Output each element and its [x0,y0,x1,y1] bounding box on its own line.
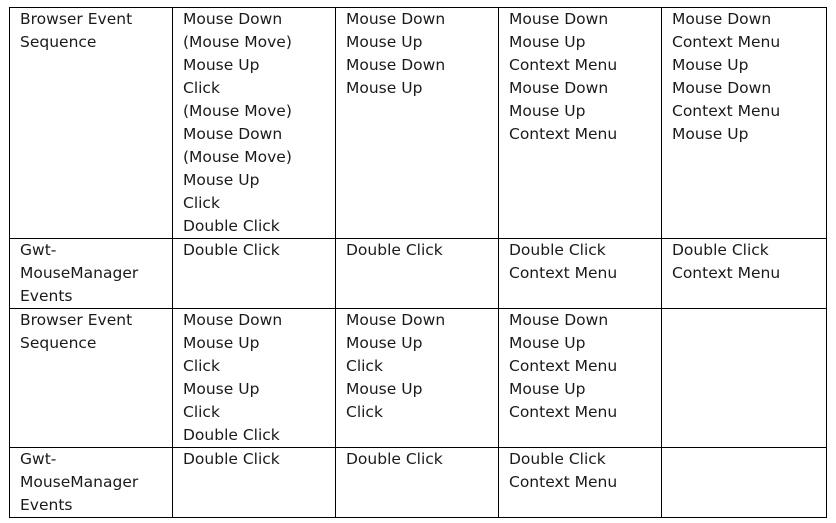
cell-line: Click [183,403,220,421]
cell-line: Context Menu [509,125,618,143]
cell-line: Events [20,287,73,305]
cell-line: MouseManager [20,264,139,282]
cell-line: Mouse Up [346,33,423,51]
cell-line: Double Click [183,217,280,235]
cell-line: Context Menu [509,56,618,74]
cell-line: Context Menu [672,102,781,120]
cell-line: Mouse Down [509,311,609,329]
cell-line: Double Click [346,450,443,468]
cell-line: Mouse Down [509,10,609,28]
table-cell: Double Click Context Menu [498,447,662,518]
table-cell: Double Click [335,447,499,518]
table-cell: Mouse Down Mouse Up Context Menu Mouse Up Co… [498,308,662,448]
cell-line: Mouse Up [672,125,749,143]
cell-line: Context Menu [672,33,781,51]
table-cell: Mouse Down Mouse Up Context Menu Mouse Down… [498,7,662,239]
cell-line: Mouse Down [183,125,283,143]
table-cell: Mouse Down Context Menu Mouse Up Mouse Down… [661,7,827,239]
cell-line: Mouse Up [509,33,586,51]
cell-line: Mouse Up [509,102,586,120]
cell-line: Double Click [509,241,606,259]
table-cell: Mouse Down Mouse Up Mouse Down Mouse Up [335,7,499,239]
table-cell: Double Click Context Menu [498,238,662,309]
cell-line: Mouse Down [672,79,772,97]
table-cell: Double Click [172,447,336,518]
cell-line: Mouse Up [672,56,749,74]
cell-line: (Mouse Move) [183,148,292,166]
cell-line: Mouse Down [183,10,283,28]
table-cell: Double Click [172,238,336,309]
table-cell: Mouse Down Mouse Up Click Mouse Up Click [335,308,499,448]
cell-line: Mouse Up [346,79,423,97]
cell-line: Browser Event [20,10,133,28]
cell-line: Gwt- [20,241,57,259]
table-row: Gwt- MouseManager Events Double Click Double… [9,238,827,309]
cell-line: (Mouse Move) [183,33,292,51]
cell-line: Double Click [183,241,280,259]
cell-line: Context Menu [509,357,618,375]
cell-line: Click [346,357,383,375]
cell-line: Mouse Up [346,380,423,398]
cell-line: Mouse Down [183,311,283,329]
table-cell: Double Click Context Menu [661,238,827,309]
cell-line: Mouse Down [509,79,609,97]
row-header-cell: Gwt- MouseManager Events [9,447,173,518]
cell-line: Click [346,403,383,421]
table-cell: Double Click [335,238,499,309]
table-body: Browser Event Sequence Mouse Down (Mouse Mo… [9,7,827,518]
cell-line: Mouse Up [183,56,260,74]
cell-line: Mouse Down [346,56,446,74]
row-header-cell: Browser Event Sequence [9,308,173,448]
cell-line: Double Click [346,241,443,259]
row-header-cell: Browser Event Sequence [9,7,173,239]
cell-line: Double Click [672,241,769,259]
event-sequence-table: Browser Event Sequence Mouse Down (Mouse Mo… [9,7,827,518]
cell-line: Mouse Up [183,334,260,352]
cell-line: (Mouse Move) [183,102,292,120]
row-header-cell: Gwt- MouseManager Events [9,238,173,309]
table-row: Browser Event Sequence Mouse Down (Mouse Mo… [9,7,827,239]
cell-line: Context Menu [509,403,618,421]
cell-line: Mouse Down [672,10,772,28]
cell-line: Double Click [183,450,280,468]
cell-line: Mouse Up [346,334,423,352]
cell-line: Context Menu [509,473,618,491]
table-row: Gwt- MouseManager Events Double Click Double… [9,447,827,518]
cell-line: Mouse Up [183,171,260,189]
cell-line: Double Click [509,450,606,468]
cell-line: Mouse Up [183,380,260,398]
cell-line: Mouse Down [346,311,446,329]
table-cell [661,308,827,448]
cell-line: Mouse Up [509,334,586,352]
table-cell [661,447,827,518]
table-row: Browser Event Sequence Mouse Down Mouse Up C… [9,308,827,448]
cell-line: Sequence [20,334,97,352]
cell-line: Mouse Down [346,10,446,28]
cell-line: Context Menu [509,264,618,282]
cell-line: Gwt- [20,450,57,468]
cell-line: Double Click [183,426,280,444]
cell-line: Sequence [20,33,97,51]
cell-line: Events [20,496,73,514]
cell-line: Browser Event [20,311,133,329]
cell-line: MouseManager [20,473,139,491]
table-cell: Mouse Down Mouse Up Click Mouse Up Click Doub… [172,308,336,448]
cell-line: Context Menu [672,264,781,282]
cell-line: Mouse Up [509,380,586,398]
cell-line: Click [183,194,220,212]
cell-line: Click [183,357,220,375]
cell-line: Click [183,79,220,97]
table-cell: Mouse Down (Mouse Move) Mouse Up Click (Mous… [172,7,336,239]
